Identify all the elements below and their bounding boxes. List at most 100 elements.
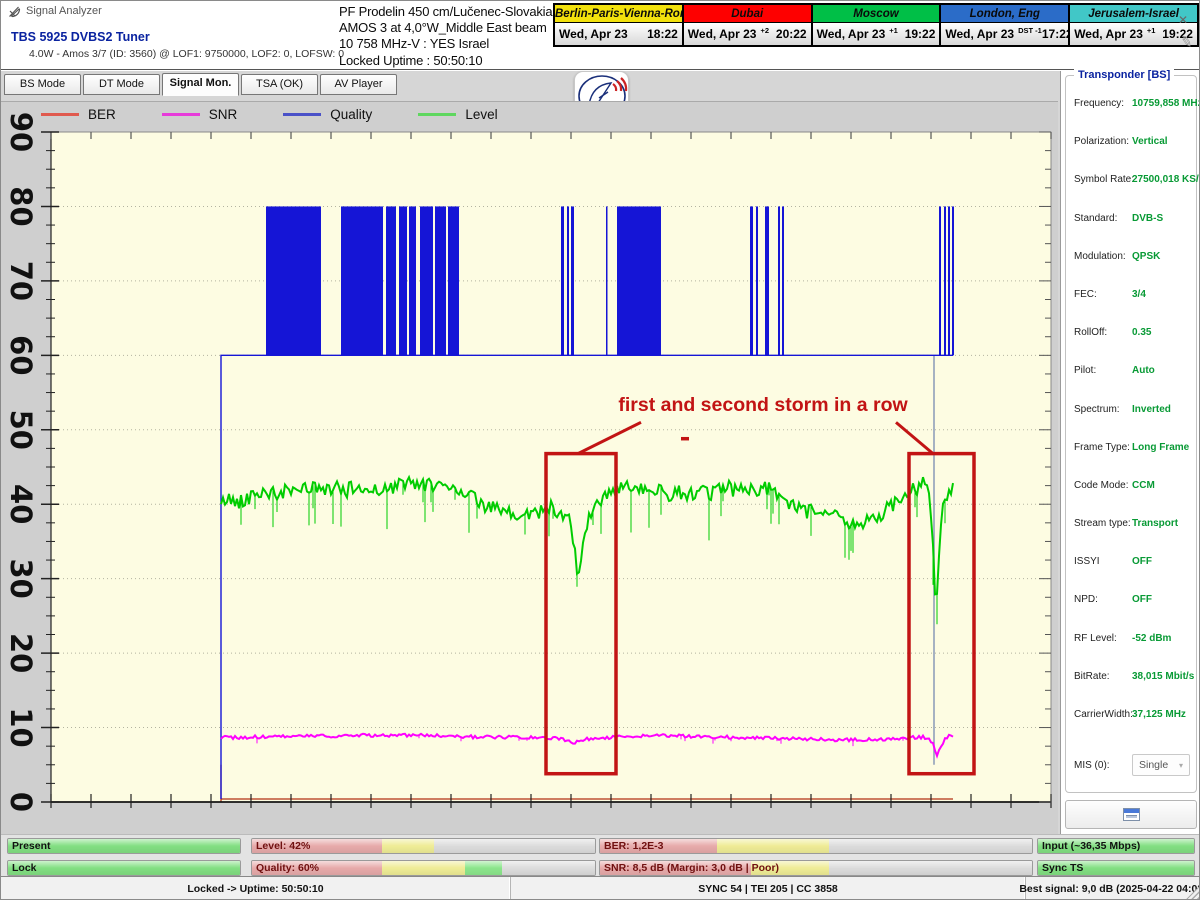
transponder-row-label: NPD: xyxy=(1074,594,1132,605)
clock-city-label: Berlin-Paris-Vienna-Roma xyxy=(555,5,682,23)
quality-label: Quality: 60% xyxy=(256,862,319,875)
present-indicator: Present xyxy=(7,838,241,854)
transponder-row: BitRate: 38,015 Mbit/s xyxy=(1074,671,1194,682)
clock-utc-offset: +2 xyxy=(760,26,769,35)
transponder-row-label: CarrierWidth: xyxy=(1074,709,1132,720)
resize-grip[interactable] xyxy=(1186,886,1199,899)
clock-date: Wed, Apr 23 xyxy=(559,27,628,41)
transponder-row-label: Modulation: xyxy=(1074,251,1132,262)
transponder-row-value: OFF xyxy=(1132,594,1152,605)
mis-dropdown[interactable]: Single ▾ xyxy=(1132,754,1190,776)
transponder-row-label: Frequency: xyxy=(1074,98,1132,109)
transponder-row-label: RF Level: xyxy=(1074,633,1132,644)
transponder-row-label: Pilot: xyxy=(1074,365,1132,376)
status-sync-counters: SYNC 54 | TEI 205 | CC 3858 xyxy=(511,877,1026,900)
tab[interactable]: BS Mode xyxy=(4,74,81,95)
clock-city-label: Dubai xyxy=(684,5,811,23)
transponder-row-value: -52 dBm xyxy=(1132,633,1171,644)
transponder-row: Frequency: 10759,858 MHz xyxy=(1074,98,1194,109)
tab[interactable]: AV Player xyxy=(320,74,397,95)
clock: Berlin-Paris-Vienna-Roma Wed, Apr 23 18:… xyxy=(555,5,682,45)
transponder-row-value: 38,015 Mbit/s xyxy=(1132,671,1194,682)
clock-time: 19:22 xyxy=(905,27,936,41)
app-dish-icon xyxy=(8,5,21,18)
clock-time-row: Wed, Apr 23 +2 20:22 xyxy=(684,23,811,45)
clock-utc-offset: +1 xyxy=(1147,26,1156,35)
level-label: Level: 42% xyxy=(256,840,310,853)
input-indicator: Input (~36,35 Mbps) xyxy=(1037,838,1195,854)
header: Signal Analyzer TBS 5925 DVBS2 Tuner 4.0… xyxy=(1,1,1200,70)
tab[interactable]: Signal Mon. xyxy=(162,73,239,96)
svg-text:0: 0 xyxy=(4,792,38,812)
legend-item: Quality xyxy=(283,107,372,122)
legend-line-swatch xyxy=(418,113,456,116)
transponder-panel: Transponder [BS] Frequency: 10759,858 MH… xyxy=(1060,71,1200,834)
clock: London, Eng Wed, Apr 23 DST -1 17:22:05 xyxy=(941,5,1068,45)
transponder-groupbox: Transponder [BS] Frequency: 10759,858 MH… xyxy=(1065,75,1197,793)
transponder-row-value: CCM xyxy=(1132,480,1155,491)
svg-text:90: 90 xyxy=(4,112,38,152)
clock-date: Wed, Apr 23 xyxy=(945,27,1014,41)
level-bar: Level: 42% xyxy=(251,838,596,854)
clock-time: 20:22 xyxy=(776,27,807,41)
clock-utc-offset: DST -1 xyxy=(1018,26,1042,35)
sync-indicator: Sync TS xyxy=(1037,860,1195,876)
transponder-row: Symbol Rate: 27500,018 KS/s xyxy=(1074,174,1194,185)
present-label: Present xyxy=(12,840,51,853)
svg-text:70: 70 xyxy=(4,261,38,301)
transponder-row-value: DVB-S xyxy=(1132,213,1163,224)
clock-date: Wed, Apr 23 xyxy=(688,27,757,41)
tab[interactable]: TSA (OK) xyxy=(241,74,318,95)
close-icon[interactable]: ✕ xyxy=(1178,14,1188,26)
transponder-row-value: 3/4 xyxy=(1132,289,1146,300)
legend-line-swatch xyxy=(41,113,79,116)
clock: Moscow Wed, Apr 23 +1 19:22 xyxy=(813,5,940,45)
transponder-row-value: Transport xyxy=(1132,518,1178,529)
clock-time-row: Wed, Apr 23 18:22 xyxy=(555,23,682,45)
transponder-row: RollOff: 0.35 xyxy=(1074,327,1194,338)
transponder-row-label: Stream type: xyxy=(1074,518,1132,529)
transponder-row-label: Code Mode: xyxy=(1074,480,1132,491)
pencil-icon[interactable]: ✎ xyxy=(1180,33,1195,52)
chevron-down-icon: ▾ xyxy=(1179,761,1183,770)
tab[interactable]: DT Mode xyxy=(83,74,160,95)
world-clocks: Berlin-Paris-Vienna-Roma Wed, Apr 23 18:… xyxy=(553,3,1199,47)
transponder-row-value: Inverted xyxy=(1132,404,1171,415)
transponder-row-label: RollOff: xyxy=(1074,327,1132,338)
mis-label: MIS (0): xyxy=(1074,760,1132,771)
transponder-row-value: 10759,858 MHz xyxy=(1132,98,1200,109)
legend-line-swatch xyxy=(162,113,200,116)
transponder-row-label: BitRate: xyxy=(1074,671,1132,682)
transponder-rows: Frequency: 10759,858 MHz Polarization: V… xyxy=(1074,98,1194,720)
info-line: Locked Uptime : 50:50:10 xyxy=(339,53,554,69)
window-title: Signal Analyzer xyxy=(26,5,102,17)
transponder-row: Code Mode: CCM xyxy=(1074,480,1194,491)
transponder-row-label: Frame Type: xyxy=(1074,442,1132,453)
transponder-row-label: ISSYI xyxy=(1074,556,1132,567)
tuner-name: TBS 5925 DVBS2 Tuner xyxy=(11,30,150,44)
mis-value: Single xyxy=(1139,759,1168,771)
save-button[interactable] xyxy=(1065,800,1197,829)
clock: Dubai Wed, Apr 23 +2 20:22 xyxy=(684,5,811,45)
transponder-row-label: Standard: xyxy=(1074,213,1132,224)
transponder-row: FEC: 3/4 xyxy=(1074,289,1194,300)
mis-row: MIS (0): Single ▾ xyxy=(1074,754,1190,776)
lock-label: Lock xyxy=(12,862,37,875)
legend-label: BER xyxy=(88,107,116,122)
transponder-row-label: Polarization: xyxy=(1074,136,1132,147)
legend-label: Level xyxy=(465,107,497,122)
transponder-row: NPD: OFF xyxy=(1074,594,1194,605)
chart-region: BER SNR Quality Level xyxy=(1,101,1058,834)
svg-text:10: 10 xyxy=(4,707,38,747)
transponder-row-value: 0.35 xyxy=(1132,327,1151,338)
transponder-row-value: Auto xyxy=(1132,365,1155,376)
clock-time-row: Wed, Apr 23 DST -1 17:22:05 xyxy=(941,23,1068,45)
snr-bar: SNR: 8,5 dB (Margin: 3,0 dB | Poor) xyxy=(599,860,1033,876)
transponder-row: RF Level: -52 dBm xyxy=(1074,633,1194,644)
clock-time: 18:22 xyxy=(647,27,678,41)
tuner-detail: 4.0W - Amos 3/7 (ID: 3560) @ LOF1: 97500… xyxy=(29,48,344,60)
transponder-row: Stream type: Transport xyxy=(1074,518,1194,529)
clock-date: Wed, Apr 23 xyxy=(817,27,886,41)
snr-label: SNR: 8,5 dB (Margin: 3,0 dB | Poor) xyxy=(604,862,779,875)
antenna-info-block: PF Prodelin 450 cm/Lučenec-SlovakiaAMOS … xyxy=(339,4,554,69)
